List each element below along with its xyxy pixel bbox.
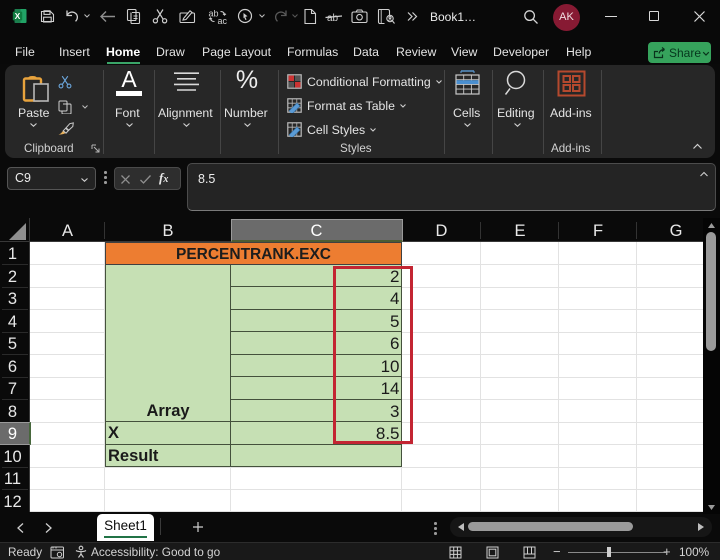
svg-text:ac: ac xyxy=(218,16,228,25)
svg-text:X: X xyxy=(15,11,21,21)
svg-text:ab: ab xyxy=(327,13,339,24)
